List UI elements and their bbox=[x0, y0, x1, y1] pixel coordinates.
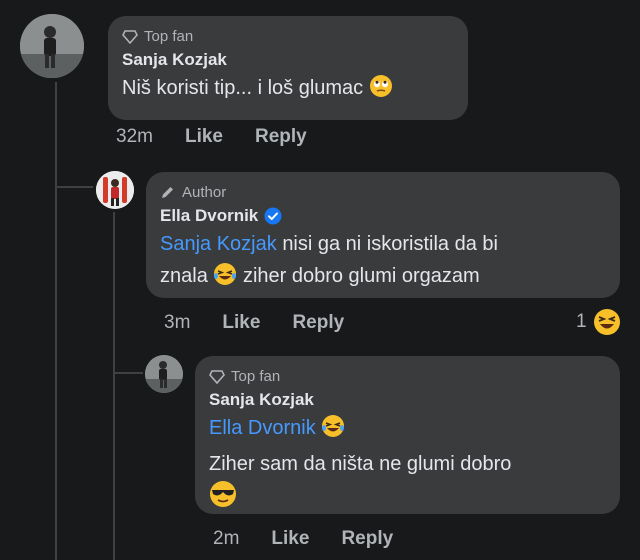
comment-bubble: Top fan Sanja Kozjak Ella Dvornik Ziher … bbox=[195, 356, 620, 514]
top-fan-badge: Top fan bbox=[122, 28, 454, 46]
timestamp[interactable]: 3m bbox=[164, 312, 190, 334]
reaction-count: 1 bbox=[576, 311, 587, 332]
like-button[interactable]: Like bbox=[185, 126, 223, 148]
commenter-name[interactable]: Sanja Kozjak bbox=[122, 48, 454, 72]
reaction-summary[interactable]: 1 bbox=[576, 308, 621, 336]
rolling-eyes-emoji bbox=[369, 74, 393, 108]
squinting-laughing-emoji bbox=[593, 309, 620, 335]
comment-body-line1: nisi ga ni iskoristila da bi bbox=[282, 233, 498, 255]
mention-link[interactable]: Sanja Kozjak bbox=[160, 233, 277, 255]
verified-icon bbox=[264, 207, 282, 225]
laughing-tears-emoji bbox=[213, 262, 237, 296]
comment-actions: 2m Like Reply bbox=[213, 528, 425, 550]
thread-line-main bbox=[55, 82, 57, 560]
timestamp[interactable]: 32m bbox=[116, 126, 153, 148]
badge-label: Author bbox=[182, 184, 227, 201]
comment-bubble: Top fan Sanja Kozjak Niš koristi tip... … bbox=[108, 16, 468, 120]
timestamp[interactable]: 2m bbox=[213, 528, 239, 550]
thread-line-branch-2 bbox=[113, 372, 143, 374]
diamond-icon bbox=[209, 370, 225, 384]
comment-body-line2b: ziher dobro glumi orgazam bbox=[242, 265, 480, 287]
badge-label: Top fan bbox=[144, 28, 194, 45]
avatar[interactable] bbox=[145, 355, 183, 393]
comment-text: Ella Dvornik Ziher sam da ništa ne glumi… bbox=[209, 412, 606, 518]
commenter-name-text[interactable]: Ella Dvornik bbox=[160, 204, 258, 228]
sunglasses-emoji bbox=[209, 480, 237, 518]
like-button[interactable]: Like bbox=[271, 528, 309, 550]
comment-body-line2a: znala bbox=[160, 265, 208, 287]
comment-body: Niš koristi tip... i loš glumac bbox=[122, 77, 364, 99]
comment-actions: 3m Like Reply bbox=[164, 312, 376, 334]
comment-text: Sanja Kozjak nisi ga ni iskoristila da b… bbox=[160, 228, 606, 296]
comment-actions: 32m Like Reply bbox=[116, 126, 339, 148]
mention-link[interactable]: Ella Dvornik bbox=[209, 417, 316, 439]
reply-button[interactable]: Reply bbox=[255, 126, 307, 148]
thread-line-branch-1 bbox=[55, 186, 93, 188]
reply-button[interactable]: Reply bbox=[292, 312, 344, 334]
avatar[interactable] bbox=[96, 171, 134, 209]
pencil-icon bbox=[162, 187, 173, 198]
comment-body: Ziher sam da ništa ne glumi dobro bbox=[209, 453, 512, 475]
like-button[interactable]: Like bbox=[222, 312, 260, 334]
commenter-name[interactable]: Ella Dvornik bbox=[160, 204, 606, 228]
comment-bubble: Author Ella Dvornik Sanja Kozjak nisi ga… bbox=[146, 172, 620, 298]
reply-button[interactable]: Reply bbox=[341, 528, 393, 550]
laughing-tears-emoji bbox=[321, 414, 345, 448]
comment-text: Niš koristi tip... i loš glumac bbox=[122, 72, 454, 108]
diamond-icon bbox=[122, 30, 138, 44]
badge-label: Top fan bbox=[231, 368, 281, 385]
top-fan-badge: Top fan bbox=[209, 368, 606, 386]
commenter-name[interactable]: Sanja Kozjak bbox=[209, 388, 606, 412]
avatar[interactable] bbox=[20, 14, 84, 78]
author-badge: Author bbox=[160, 184, 606, 202]
thread-line-reply bbox=[113, 212, 115, 560]
